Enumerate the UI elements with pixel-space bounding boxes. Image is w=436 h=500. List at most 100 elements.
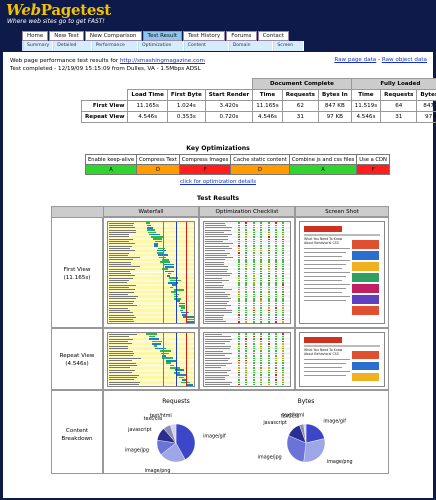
table-cell: 4.546s xyxy=(252,111,283,123)
subtab-content-breakdown[interactable]: Content Breakdown xyxy=(184,41,229,58)
screenshot-thumbnail-repeat-view[interactable]: What You Need To Know About Behavioral C… xyxy=(299,332,385,387)
screenshot-text-line xyxy=(304,359,351,360)
raw-object-data-link[interactable]: Raw object data xyxy=(382,57,427,63)
pie-slice-label: javascript xyxy=(262,420,287,426)
waterfall-marker-line xyxy=(176,333,178,386)
table-cell: 0.353s xyxy=(166,111,206,123)
test-results-grid: Waterfall Optimization Checklist Screen … xyxy=(51,206,389,474)
screenshot-ad-block xyxy=(352,240,379,249)
tab-home[interactable]: Home xyxy=(22,31,49,41)
checklist-mark xyxy=(245,384,248,386)
screenshot-ad-block xyxy=(352,373,379,381)
opt-label-compress-images: Compress Images xyxy=(178,154,232,165)
test-results-title: Test Results xyxy=(196,195,240,202)
result-subtabs: Summary Detailed Results Performance Rev… xyxy=(22,41,304,58)
subtab-screen-shot[interactable]: Screen Shot xyxy=(274,41,304,58)
table-cell: 11.519s xyxy=(350,100,382,112)
test-completed-line: Test completed - 12/19/09 15:15:09 from … xyxy=(10,66,201,72)
group-fully-loaded: Fully Loaded xyxy=(350,78,436,90)
checklist-mark xyxy=(282,321,285,323)
optimization-details-link[interactable]: click for optimization details xyxy=(3,179,433,185)
screenshot-text-line xyxy=(304,363,347,364)
checklist-mark xyxy=(267,384,270,386)
raw-page-data-link[interactable]: Raw page data xyxy=(334,57,376,63)
subtab-summary[interactable]: Summary xyxy=(24,41,54,51)
repeat-view-time: (4.546s) xyxy=(65,361,89,367)
tested-url-link[interactable]: http://smashingmagazine.com xyxy=(120,58,205,64)
tab-forums[interactable]: Forums xyxy=(226,31,257,41)
waterfall-marker-line xyxy=(186,333,188,386)
pie-title: Bytes xyxy=(298,398,315,405)
waterfall-row xyxy=(108,383,194,386)
grade-cache-static[interactable]: D xyxy=(230,164,290,175)
first-view-label: First View (11.165s) xyxy=(52,266,102,282)
tab-new-comparison[interactable]: New Comparison xyxy=(84,31,142,41)
subtab-detailed-results[interactable]: Detailed Results xyxy=(54,41,92,58)
screenshot-text-line xyxy=(304,280,343,281)
header-waterfall: Waterfall xyxy=(103,206,199,217)
screenshot-thumbnail-first-view[interactable]: What You Need To Know About Behavioral C… xyxy=(299,221,385,324)
pie-slice-label: image/jpg xyxy=(258,454,282,460)
checklist-mark xyxy=(238,321,240,323)
checklist-cell-repeat xyxy=(199,328,295,390)
waterfall-cell-repeat xyxy=(103,328,199,390)
screenshot-text-line xyxy=(304,260,351,261)
repeat-view-label-text: Repeat View xyxy=(59,353,95,359)
key-optimizations-table: Enable keep-alive Compress Text Compress… xyxy=(84,154,390,175)
screenshot-text-line xyxy=(304,256,343,257)
col-full-requests: Requests xyxy=(380,89,418,101)
col-doc-requests: Requests xyxy=(281,89,319,101)
grade-compress-text[interactable]: D xyxy=(136,164,180,175)
tab-new-test[interactable]: New Test xyxy=(49,31,84,41)
tab-test-result[interactable]: Test Result xyxy=(142,31,183,41)
checklist-mark xyxy=(260,321,263,323)
screenshot-nav-bar xyxy=(304,345,380,347)
logo-web-text: Web xyxy=(6,1,41,19)
tab-test-history[interactable]: Test History xyxy=(183,31,226,41)
screenshot-text-line xyxy=(304,264,347,265)
waterfall-thumbnail-repeat-view[interactable] xyxy=(107,332,195,387)
screenshot-ad-block xyxy=(352,284,379,293)
checklist-mark xyxy=(252,321,255,323)
waterfall-marker-line xyxy=(163,333,165,386)
col-load-time: Load Time xyxy=(127,89,168,101)
subtab-optimization-report[interactable]: Optimization Report xyxy=(139,41,184,58)
checklist-thumbnail-first-view[interactable] xyxy=(203,221,291,324)
pie-slice-label: javascript xyxy=(127,427,152,433)
screenshot-text-line xyxy=(304,375,347,376)
header-screen-shot: Screen Shot xyxy=(295,206,389,217)
tab-contact[interactable]: Contact xyxy=(257,31,289,41)
pie-title: Requests xyxy=(162,398,190,405)
screenshot-text-line xyxy=(304,300,347,301)
grade-keep-alive[interactable]: A xyxy=(84,164,138,175)
table-cell: 97 KB xyxy=(416,111,436,123)
site-logo[interactable]: WebPagetest xyxy=(6,1,111,19)
screenshot-article-heading: What You Need To Know About Behavioral C… xyxy=(304,348,343,356)
opt-label-keep-alive: Enable keep-alive xyxy=(84,154,138,165)
checklist-thumbnail-repeat-view[interactable] xyxy=(203,332,291,387)
checklist-url-label xyxy=(205,321,226,323)
pie-slice-label: text/html xyxy=(282,413,304,419)
table-cell: 0.720s xyxy=(204,111,254,123)
grade-combine-js-css[interactable]: A xyxy=(288,164,358,175)
main-nav-tabs: Home New Test New Comparison Test Result… xyxy=(22,31,289,41)
waterfall-url-label xyxy=(109,384,140,386)
checklist-mark xyxy=(260,384,263,386)
pie-slice-label: image/png xyxy=(327,459,353,465)
row-cell-first-view: First View (11.165s) xyxy=(51,217,103,328)
screenshot-ad-block xyxy=(352,273,379,282)
content-breakdown-pies[interactable]: Requests image/gif image/png image/jpg javas… xyxy=(104,391,388,473)
subtab-performance-review[interactable]: Performance Review xyxy=(92,41,139,58)
waterfall-marker-line xyxy=(163,222,165,323)
screenshot-text-line xyxy=(304,296,351,297)
screenshot-text-line xyxy=(304,252,347,253)
grade-compress-images[interactable]: F xyxy=(178,164,232,175)
pie-slice-label: image/gif xyxy=(323,419,346,425)
subtab-domain-breakdown[interactable]: Domain Breakdown xyxy=(229,41,274,58)
screenshot-ad-block xyxy=(352,251,379,260)
grade-use-cdn[interactable]: F xyxy=(356,164,390,175)
checklist-mark xyxy=(245,321,248,323)
waterfall-thumbnail-first-view[interactable] xyxy=(107,221,195,324)
screenshot-text-line xyxy=(304,371,351,372)
intro-prefix: Web page performance test results for xyxy=(10,58,120,64)
